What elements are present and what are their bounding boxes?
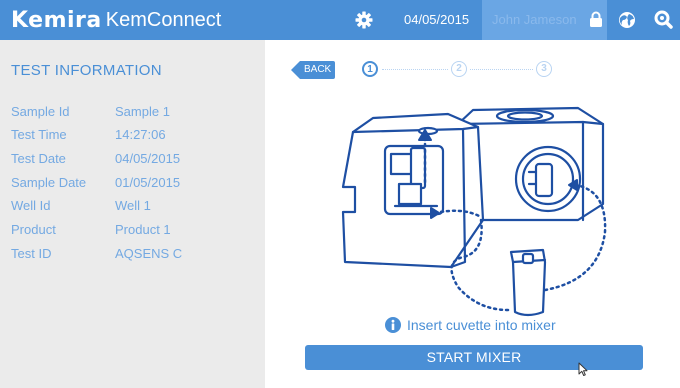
test-info-panel: TEST INFORMATION Sample Id Sample 1 Test… bbox=[0, 40, 265, 388]
info-icon bbox=[385, 317, 401, 333]
step-connector bbox=[382, 69, 448, 70]
step-indicator-3: 3 bbox=[536, 61, 552, 77]
info-value: Well 1 bbox=[115, 198, 151, 213]
gear-icon[interactable] bbox=[354, 10, 374, 30]
back-label: BACK bbox=[304, 64, 332, 75]
info-label: Sample Date bbox=[11, 175, 87, 190]
step-indicator-1: 1 bbox=[362, 61, 378, 77]
user-panel[interactable]: John Jameson bbox=[482, 0, 607, 40]
brand-logo: Kemira bbox=[11, 7, 102, 33]
info-value: 14:27:06 bbox=[115, 127, 166, 142]
instruction-row: Insert cuvette into mixer bbox=[385, 317, 556, 333]
top-bar: Kemira KemConnect 04/05/2015 John Jameso… bbox=[0, 0, 680, 40]
user-name: John Jameson bbox=[492, 12, 577, 27]
info-label: Test Time bbox=[11, 127, 67, 142]
wizard-panel: BACK 1 2 3 Insert cuvette into mixer STA… bbox=[265, 40, 680, 388]
info-label: Test ID bbox=[11, 246, 52, 261]
mixer-illustration bbox=[341, 106, 607, 317]
app-logo: Kemira KemConnect bbox=[11, 5, 221, 35]
info-value: 01/05/2015 bbox=[115, 175, 181, 190]
step-connector bbox=[470, 69, 533, 70]
instruction-text: Insert cuvette into mixer bbox=[407, 317, 556, 333]
info-label: Test Date bbox=[11, 151, 66, 166]
info-label: Well Id bbox=[11, 198, 51, 213]
section-title: TEST INFORMATION bbox=[11, 62, 162, 79]
lock-icon[interactable] bbox=[589, 11, 603, 28]
app-name: KemConnect bbox=[105, 8, 222, 31]
info-value: Sample 1 bbox=[115, 104, 170, 119]
search-icon bbox=[654, 10, 673, 29]
search-button[interactable] bbox=[646, 0, 680, 40]
info-value: 04/05/2015 bbox=[115, 151, 181, 166]
start-mixer-button[interactable]: START MIXER bbox=[305, 345, 643, 370]
language-button[interactable] bbox=[609, 0, 645, 40]
info-label: Sample Id bbox=[11, 104, 70, 119]
current-date: 04/05/2015 bbox=[404, 12, 470, 27]
info-value: Product 1 bbox=[115, 222, 171, 237]
globe-icon bbox=[619, 12, 635, 28]
back-button[interactable]: BACK bbox=[291, 61, 335, 79]
info-value: AQSENS C bbox=[115, 246, 183, 261]
step-indicator-2: 2 bbox=[451, 61, 467, 77]
mouse-cursor-icon bbox=[578, 362, 588, 376]
info-label: Product bbox=[11, 222, 56, 237]
